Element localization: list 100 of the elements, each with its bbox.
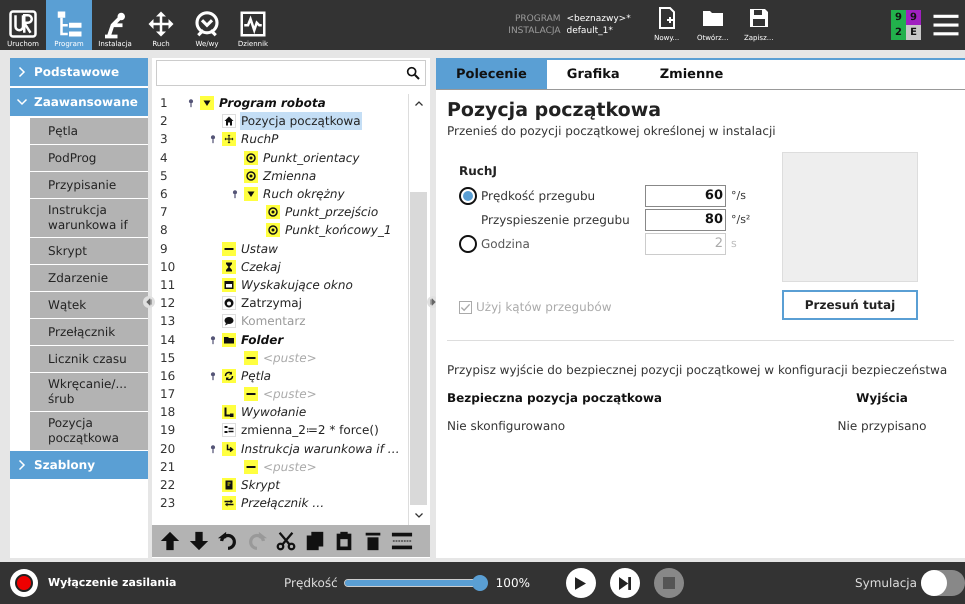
move-here-button[interactable]: Przesuń tutaj <box>782 290 918 320</box>
chevron-down-icon <box>16 96 28 108</box>
line-number: 10 <box>160 258 176 276</box>
speed-label: Prędkość <box>284 575 338 592</box>
collapse-left-icon <box>145 298 153 306</box>
panel-subtitle: Przenieś do pozycji początkowej określonej w instalacji <box>447 123 777 140</box>
unit-label: s <box>731 236 737 252</box>
scissors-icon <box>275 530 297 552</box>
installation-label: INSTALACJA <box>508 25 561 37</box>
move-arrows-icon <box>223 133 235 146</box>
program-node[interactable]: Czekaj <box>240 258 282 276</box>
program-node-item[interactable]: Wątek <box>30 292 148 318</box>
program-node[interactable]: Pozycja początkowa <box>240 112 362 130</box>
program-node[interactable]: Program robota <box>218 94 327 112</box>
copy-icon <box>304 530 326 552</box>
program-node[interactable]: Punkt_przejścio <box>284 203 380 222</box>
program-node-item[interactable]: Pętla <box>30 118 148 144</box>
radio-button[interactable] <box>459 187 477 205</box>
program-node-item[interactable]: Instrukcja warunkowa if <box>30 199 148 237</box>
line-number: 4 <box>160 150 169 167</box>
program-node[interactable]: Folder <box>240 330 284 349</box>
undo-icon <box>217 530 239 552</box>
program-node-item[interactable]: Przypisanie <box>30 172 148 198</box>
move-arrows-icon <box>146 9 176 39</box>
program-node[interactable]: Punkt_końcowy_1 <box>284 221 392 240</box>
target-icon <box>267 206 279 218</box>
line-number: 5 <box>160 168 169 185</box>
home-icon <box>223 115 235 128</box>
program-node-item[interactable]: Wkręcanie/... śrub <box>30 373 148 411</box>
hourglass-icon <box>223 260 235 273</box>
line-number: 8 <box>160 222 169 240</box>
program-node-item[interactable]: Zdarzenie <box>30 265 148 291</box>
chevron-right-icon <box>16 66 28 78</box>
target-icon <box>245 152 257 164</box>
program-node-item[interactable]: Skrypt <box>30 238 148 264</box>
line-number: 12 <box>160 295 176 312</box>
toolbar-button[interactable] <box>158 529 182 553</box>
program-node-item[interactable]: Pozycja początkowa <box>30 412 148 450</box>
playback-button[interactable] <box>610 568 640 598</box>
program-node[interactable]: Wywołanie <box>240 403 308 422</box>
simulation-toggle[interactable] <box>921 570 965 596</box>
checkbox-label: Użyj kątów przegubów <box>476 299 612 316</box>
search-field[interactable] <box>156 60 426 86</box>
power-button[interactable] <box>10 569 38 597</box>
table-cell-text: Nie przypisano <box>836 418 928 435</box>
program-node[interactable]: Punkt_orientacy <box>262 148 360 167</box>
program-node[interactable]: Ruch okrężny <box>262 185 346 204</box>
panel-tab[interactable]: Polecenie <box>436 60 547 89</box>
line-number: 17 <box>160 386 176 404</box>
field-label: Godzina <box>481 236 530 253</box>
line-number: 3 <box>160 131 169 148</box>
status-badge: 9 <box>906 10 921 25</box>
program-node-item[interactable]: PodProg <box>30 145 148 171</box>
waveform-icon <box>238 9 268 39</box>
toolbar-button[interactable] <box>187 529 211 553</box>
program-node[interactable]: zmienna_2≔2 * force() <box>240 421 380 440</box>
line-number: 14 <box>160 332 176 349</box>
program-node[interactable]: Pętla <box>240 366 272 385</box>
line-number: 9 <box>160 240 169 258</box>
simulation-label: Symulacja <box>855 575 917 592</box>
scrollbar[interactable] <box>408 94 428 525</box>
number-field[interactable]: 80 <box>645 209 726 231</box>
line-number: 19 <box>160 422 176 440</box>
program-node[interactable]: Zatrzymaj <box>240 294 303 312</box>
chevron-right-icon <box>16 459 28 471</box>
program-node-item[interactable]: Licznik czasu <box>30 346 148 372</box>
line-number: 18 <box>160 404 176 422</box>
program-node[interactable]: Przełącznik … <box>240 494 326 512</box>
program-node[interactable]: Ustaw <box>240 240 279 258</box>
line-number: 20 <box>160 440 176 458</box>
line-number: 7 <box>160 204 169 222</box>
field-label: Przyspieszenie przegubu <box>481 212 630 229</box>
speech-bubble-icon <box>223 315 235 328</box>
line-number: 2 <box>160 113 169 130</box>
search-icon <box>405 65 421 81</box>
program-name: <beznazwy>* <box>566 13 631 25</box>
unit-label: °/s² <box>731 212 750 228</box>
line-number: 13 <box>160 313 176 330</box>
target-icon <box>267 224 279 236</box>
checkmark-icon <box>460 302 471 312</box>
number-field[interactable]: 60 <box>645 185 726 207</box>
playback-button[interactable] <box>566 568 596 598</box>
speed-slider[interactable] <box>344 575 488 591</box>
speed-reading: 100% <box>496 575 531 592</box>
program-node[interactable]: Zmienna <box>262 166 318 185</box>
switch-arrows-icon <box>223 497 235 510</box>
slider-thumb[interactable] <box>472 575 488 591</box>
status-badge: 2 <box>891 25 906 40</box>
program-node[interactable]: Wyskakujące okno <box>240 276 354 294</box>
scrollbar-thumb[interactable] <box>410 192 427 505</box>
call-icon <box>223 406 235 418</box>
program-node[interactable]: Instrukcja warunkowa if … <box>240 440 401 458</box>
script-icon <box>223 479 235 492</box>
logo-icon <box>8 9 38 39</box>
program-node[interactable]: RuchP <box>240 130 280 148</box>
program-node-item[interactable]: Przełącznik <box>30 319 148 345</box>
collapse-handle[interactable] <box>143 296 155 308</box>
line-number: 11 <box>160 276 176 294</box>
toolbar-button[interactable] <box>274 529 298 553</box>
program-node[interactable]: Skrypt <box>240 476 281 494</box>
